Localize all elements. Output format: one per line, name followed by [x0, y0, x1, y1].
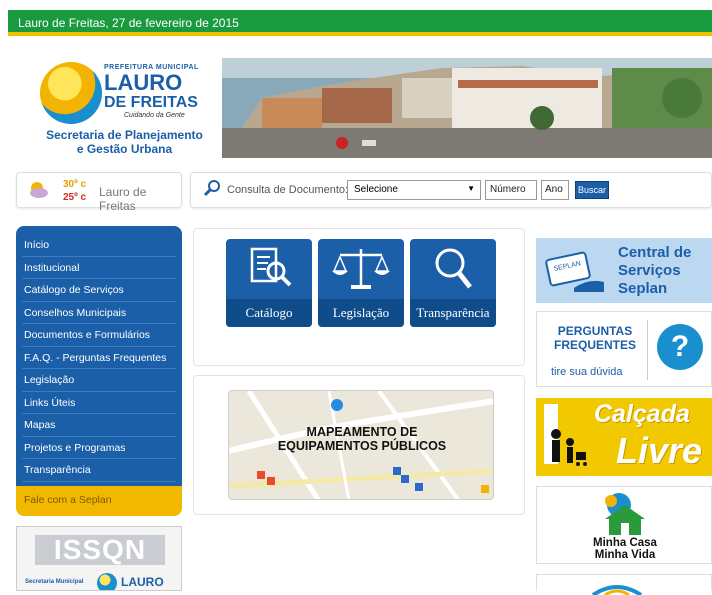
- calcada-title: Calçada: [594, 400, 690, 428]
- tile-catalogo[interactable]: Catálogo: [226, 239, 312, 327]
- menu-item-transparencia[interactable]: Transparência: [22, 459, 176, 482]
- top-date-bar: Lauro de Freitas, 27 de fevereiro de 201…: [8, 10, 712, 36]
- weather-widget: 30º c 25º c Lauro de Freitas: [16, 172, 182, 213]
- secretaria-name: Secretaria de Planejamento e Gestão Urba…: [46, 128, 203, 156]
- perguntas-subtitle: tire sua dúvida: [551, 366, 623, 378]
- tile-legislacao[interactable]: Legislação: [318, 239, 404, 327]
- document-search-icon: [250, 247, 292, 287]
- menu-item-institucional[interactable]: Institucional: [22, 257, 176, 279]
- weather-high-temp: 30º c: [63, 179, 87, 190]
- search-label: Consulta de Documento:: [227, 184, 349, 196]
- quick-access-panel: Catálogo Legislação Transparência: [193, 228, 525, 366]
- document-search-bar: Consulta de Documento: Selecione ▼ Númer…: [190, 172, 712, 208]
- central-line3: Seplan: [618, 280, 668, 297]
- map-title: MAPEAMENTO DE EQUIPAMENTOS PÚBLICOS: [229, 425, 493, 453]
- central-servicos-banner[interactable]: SEPLAN Central de Serviços Seplan: [536, 238, 712, 303]
- menu-item-projetos[interactable]: Projetos e Programas: [22, 437, 176, 459]
- main-menu: Início Institucional Catálogo de Serviço…: [16, 226, 182, 490]
- menu-item-links[interactable]: Links Úteis: [22, 392, 176, 414]
- perguntas-line2: FREQUENTES: [553, 338, 636, 352]
- logo-emblem-icon: [40, 62, 102, 124]
- map-title-line2: EQUIPAMENTOS PÚBLICOS: [277, 439, 447, 453]
- perguntas-frequentes-banner[interactable]: PERGUNTAS FREQUENTES tire sua dúvida ?: [536, 311, 712, 387]
- weather-sun-cloud-icon: [30, 182, 48, 198]
- tile-transparencia-label: Transparência: [410, 299, 496, 327]
- map-title-line1: MAPEAMENTO DE: [306, 425, 418, 439]
- menu-item-inicio[interactable]: Início: [22, 234, 176, 257]
- menu-item-faq[interactable]: F.A.Q. - Perguntas Frequentes: [22, 347, 176, 369]
- minha-casa-line1: Minha Casa: [593, 537, 657, 549]
- tile-transparencia[interactable]: Transparência: [410, 239, 496, 327]
- perguntas-divider: [647, 320, 648, 380]
- ano-input[interactable]: Ano: [541, 180, 569, 200]
- scales-icon: [332, 249, 390, 289]
- perguntas-line1: PERGUNTAS: [557, 324, 633, 338]
- map-panel: MAPEAMENTO DE EQUIPAMENTOS PÚBLICOS: [193, 375, 525, 515]
- select-value: Selecione: [354, 184, 398, 195]
- house-icon: [605, 493, 645, 535]
- menu-item-legislacao[interactable]: Legislação: [22, 369, 176, 392]
- tile-catalogo-label: Catálogo: [226, 299, 312, 327]
- issqn-logo-icon: [97, 573, 117, 590]
- logo-tagline: Cuidando da Gente: [124, 112, 185, 119]
- central-servicos-title: Central de Serviços Seplan: [618, 244, 691, 298]
- perguntas-title: PERGUNTAS FREQUENTES: [545, 324, 645, 352]
- pedestrian-family-icon: [544, 404, 587, 466]
- partial-banner[interactable]: [536, 574, 712, 595]
- livre-title: Livre: [616, 430, 703, 471]
- header-banner-photo: [222, 58, 712, 158]
- weather-low-temp: 25º c: [63, 192, 87, 203]
- issqn-secretaria: Secretaria Municipal: [25, 579, 84, 585]
- logo-city-line2: DE FREITAS: [104, 94, 198, 111]
- menu-item-conselhos[interactable]: Conselhos Municipais: [22, 302, 176, 324]
- fale-com-seplan-link[interactable]: Fale com a Seplan: [16, 486, 182, 516]
- mapeamento-map-link[interactable]: MAPEAMENTO DE EQUIPAMENTOS PÚBLICOS: [228, 390, 494, 500]
- document-type-select[interactable]: Selecione ▼: [347, 180, 481, 200]
- minha-casa-line2: Minha Vida: [594, 549, 656, 561]
- seplan-card-icon: SEPLAN: [545, 251, 604, 292]
- question-mark-icon: ?: [657, 324, 703, 370]
- menu-item-documentos[interactable]: Documentos e Formulários: [22, 324, 176, 347]
- menu-item-mapas[interactable]: Mapas: [22, 414, 176, 437]
- tile-legislacao-label: Legislação: [318, 299, 404, 327]
- current-date: Lauro de Freitas, 27 de fevereiro de 201…: [18, 16, 239, 30]
- minha-casa-title: Minha Casa Minha Vida: [537, 537, 712, 561]
- issqn-title: ISSQN: [35, 535, 165, 565]
- partial-logo-icon: [591, 585, 643, 595]
- logo-city-line1: LAURO: [104, 70, 183, 95]
- weather-city: Lauro de Freitas: [99, 185, 147, 213]
- calcada-livre-banner[interactable]: Calçada Livre: [536, 398, 712, 476]
- buscar-button[interactable]: Buscar: [575, 181, 609, 199]
- central-line1: Central de: [618, 244, 692, 261]
- central-line2: Serviços: [618, 262, 681, 279]
- menu-item-catalogo-servicos[interactable]: Catálogo de Serviços: [22, 279, 176, 302]
- issqn-banner[interactable]: ISSQN Secretaria Municipal LAURO: [16, 526, 182, 591]
- search-icon: [203, 180, 220, 197]
- minha-casa-minha-vida-banner[interactable]: Minha Casa Minha Vida: [536, 486, 712, 564]
- magnifier-icon: [435, 248, 472, 289]
- issqn-city: LAURO: [121, 575, 164, 589]
- chevron-down-icon: ▼: [467, 184, 475, 193]
- numero-input[interactable]: Número: [485, 180, 537, 200]
